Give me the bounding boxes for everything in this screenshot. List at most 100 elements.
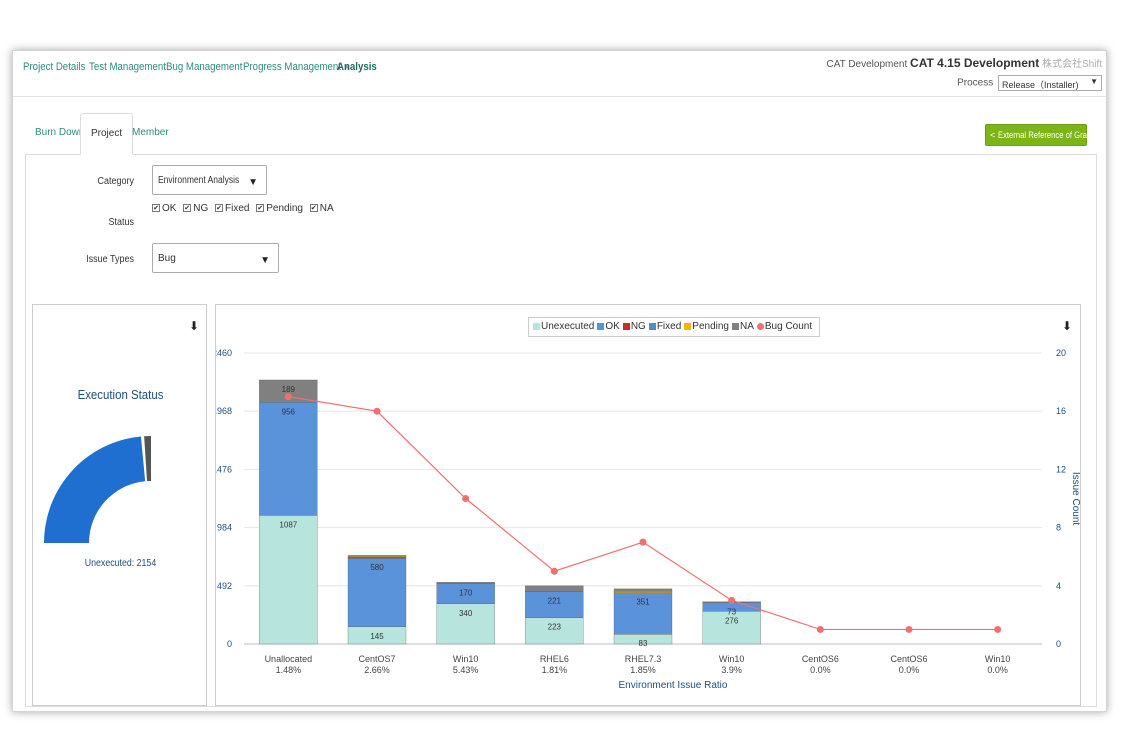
x-tick-ratio: 1.48% xyxy=(276,665,302,675)
x-tick-ratio: 0.0% xyxy=(810,665,831,675)
chevron-down-icon: ▼ xyxy=(248,177,258,188)
nav-progress-management[interactable]: Progress Management ▼ xyxy=(243,61,351,73)
y-right-axis-label: Issue Count xyxy=(1070,472,1081,526)
bar-segment[interactable] xyxy=(613,591,673,593)
bar-segment[interactable] xyxy=(259,515,318,645)
status-ok-label: OK xyxy=(162,203,177,214)
nav-bug-management[interactable]: Bug Management xyxy=(166,61,242,73)
x-tick-ratio: 0.0% xyxy=(987,665,1008,675)
status-pending-label: Pending xyxy=(266,203,303,214)
bar-value-label: 73 xyxy=(727,608,736,617)
share-icon: < xyxy=(990,130,996,140)
process-value: Release（Installer) xyxy=(1002,80,1079,90)
process-row: Process Release（Installer) ▼ xyxy=(957,75,1102,91)
bar-value-label: 83 xyxy=(639,639,648,648)
bar-segment[interactable] xyxy=(436,582,495,584)
checkbox-icon: ✔ xyxy=(152,204,160,213)
category-label: Category xyxy=(97,176,134,187)
x-tick-ratio: 1.81% xyxy=(542,665,568,675)
environment-chart-panel: ⬇ Unexecuted OK NG Fixed Pending NA Bug Count … xyxy=(215,304,1081,706)
chevron-down-icon: ▼ xyxy=(260,255,270,266)
bar-segment[interactable] xyxy=(525,585,584,592)
external-reference-button[interactable]: < External Reference of Graph xyxy=(985,124,1095,146)
bug-count-point[interactable] xyxy=(373,407,381,415)
external-reference-label: External Reference of Graph xyxy=(997,130,1096,140)
y-left-tick-label: 1476 xyxy=(216,464,232,474)
bug-count-point[interactable] xyxy=(994,625,1002,633)
issue-types-label: Issue Types xyxy=(86,254,134,265)
status-ng-label: NG xyxy=(193,203,209,214)
bar-value-label: 276 xyxy=(725,616,739,625)
x-tick-label: Win10 xyxy=(985,654,1011,664)
status-ok-checkbox[interactable]: ✔ OK xyxy=(152,203,176,214)
gauge-label: Unexecuted: 2154 xyxy=(84,558,157,569)
gauge-unexecuted-arc xyxy=(44,436,146,543)
nav-analysis[interactable]: Analysis xyxy=(337,61,377,73)
y-right-tick-label: 4 xyxy=(1056,581,1061,591)
tab-bar: Burn Down Project Member xyxy=(25,113,1097,155)
bar-segment[interactable] xyxy=(613,588,673,592)
bar-value-label: 580 xyxy=(370,563,384,572)
bug-count-point[interactable] xyxy=(816,625,824,633)
bar-value-label: 170 xyxy=(459,589,473,598)
y-right-tick-label: 8 xyxy=(1056,523,1061,533)
nav-project-details[interactable]: Project Details xyxy=(23,61,85,73)
x-tick-label: RHEL6 xyxy=(540,654,569,664)
app-window: Project Details Test Management Bug Mana… xyxy=(12,50,1107,712)
status-na-checkbox[interactable]: ✔ NA xyxy=(309,203,334,214)
checkbox-icon: ✔ xyxy=(215,204,224,213)
bar-value-label: 340 xyxy=(459,609,473,618)
x-tick-ratio: 0.0% xyxy=(899,665,920,675)
y-left-tick-label: 1968 xyxy=(216,406,232,416)
process-select[interactable]: Release（Installer) ▼ xyxy=(998,75,1102,91)
top-navigation: Project Details Test Management Bug Mana… xyxy=(13,51,1106,97)
bug-count-point[interactable] xyxy=(639,538,647,546)
x-tick-label: Win10 xyxy=(453,654,479,664)
status-na-label: NA xyxy=(319,203,334,214)
x-tick-ratio: 3.9% xyxy=(721,665,742,675)
bar-segment[interactable] xyxy=(347,555,407,557)
status-label: Status xyxy=(108,217,134,228)
bug-count-point[interactable] xyxy=(550,567,558,575)
bar-value-label: 189 xyxy=(282,385,296,394)
x-axis-label: Environment Issue Ratio xyxy=(619,680,728,691)
status-checkboxes: ✔ OK ✔ NG ✔ Fixed ✔ Pending ✔ NA xyxy=(152,203,338,214)
checkbox-icon: ✔ xyxy=(183,204,192,213)
bug-count-point[interactable] xyxy=(462,495,470,502)
issue-types-select[interactable]: Bug ▼ xyxy=(152,243,279,273)
tab-member[interactable]: Member xyxy=(122,113,179,155)
category-select[interactable]: Environment Analysis ▼ xyxy=(152,165,267,195)
checkbox-icon: ✔ xyxy=(309,204,318,213)
bug-count-point[interactable] xyxy=(728,596,736,604)
bar-value-label: 956 xyxy=(282,407,296,416)
status-fixed-checkbox[interactable]: ✔ Fixed xyxy=(215,203,249,214)
status-ng-checkbox[interactable]: ✔ NG xyxy=(183,203,208,214)
y-right-tick-label: 0 xyxy=(1056,639,1061,649)
bar-value-label: 145 xyxy=(370,632,384,641)
nav-progress-management-label: Progress Management xyxy=(243,61,341,73)
bar-segment[interactable] xyxy=(259,402,318,516)
bar-value-label: 223 xyxy=(548,623,562,632)
y-left-tick-label: 492 xyxy=(217,581,232,591)
status-pending-checkbox[interactable]: ✔ Pending xyxy=(256,203,303,214)
y-left-tick-label: 984 xyxy=(217,523,232,533)
x-tick-ratio: 2.66% xyxy=(364,665,390,675)
x-tick-label: Unallocated xyxy=(265,654,313,664)
y-left-tick-label: 0 xyxy=(227,639,232,649)
gauge-na-arc xyxy=(144,436,151,482)
x-tick-label: CentOS6 xyxy=(890,654,927,664)
environment-chart: 0 492 984 1476 1968 2460 0 4 8 12 16 20 Issue Count 1… xyxy=(216,348,1081,691)
org-name: CAT Development xyxy=(826,59,908,70)
checkbox-icon: ✔ xyxy=(256,204,265,213)
issue-types-value: Bug xyxy=(158,253,176,264)
nav-test-management[interactable]: Test Management xyxy=(89,61,166,73)
bar-value-label: 221 xyxy=(548,596,562,605)
execution-status-panel: ⬇ Execution Status Unexecuted: 2154 xyxy=(32,304,207,706)
y-right-tick-label: 16 xyxy=(1056,406,1066,416)
y-left-tick-label: 2460 xyxy=(216,348,232,358)
bug-count-point[interactable] xyxy=(905,625,913,633)
x-tick-label: CentOS6 xyxy=(802,654,839,664)
bug-count-point[interactable] xyxy=(284,393,292,401)
project-info: CAT Development CAT 4.15 Development 株式会… xyxy=(826,55,1102,70)
bar-value-label: 1087 xyxy=(279,520,297,529)
